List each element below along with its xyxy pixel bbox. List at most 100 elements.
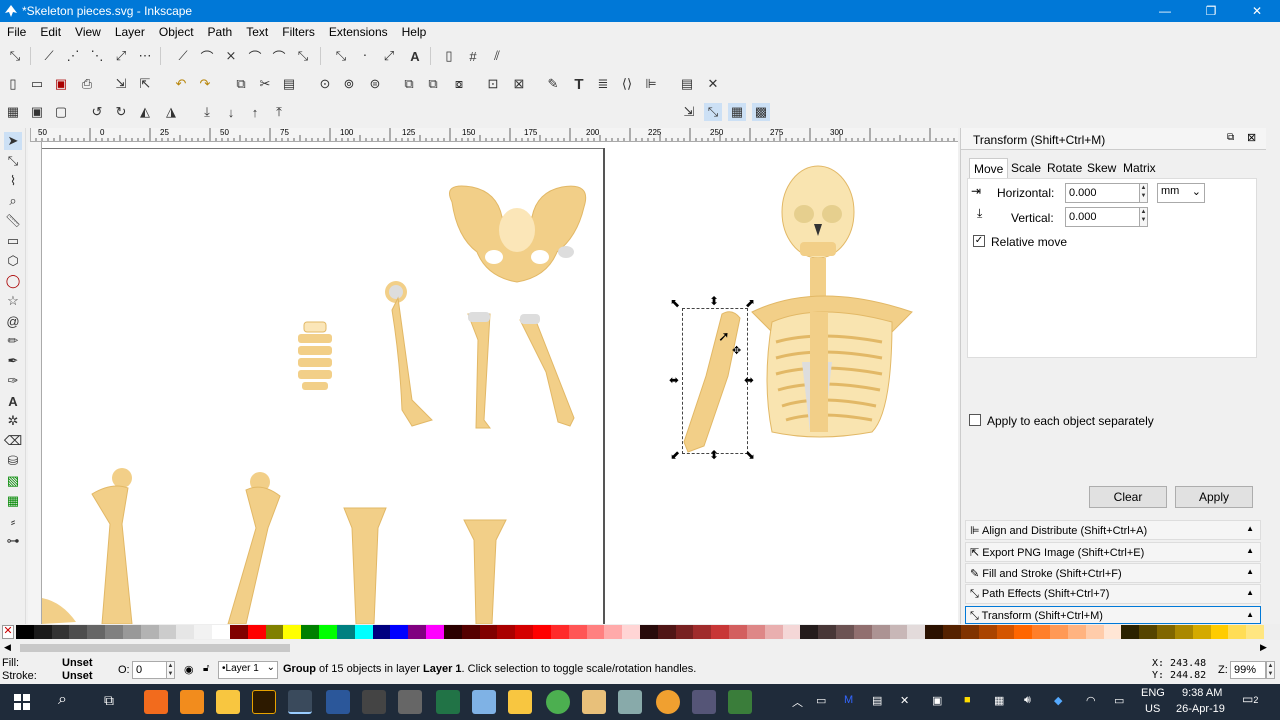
color-swatch[interactable]: [925, 625, 944, 639]
snap-paths-icon[interactable]: ⌒: [198, 47, 216, 65]
snap-bbox-center-icon[interactable]: ⋯: [136, 47, 154, 65]
horizontal-input[interactable]: [1065, 183, 1143, 203]
color-swatch[interactable]: [354, 625, 374, 639]
color-swatch[interactable]: [1067, 625, 1087, 639]
color-swatch[interactable]: [533, 625, 552, 639]
tab-move[interactable]: Move: [969, 158, 1009, 178]
color-swatch[interactable]: [283, 625, 302, 639]
folder-icon[interactable]: [472, 690, 496, 714]
tab-scale[interactable]: Scale: [1007, 158, 1045, 178]
color-swatch[interactable]: [229, 625, 249, 639]
menu-text[interactable]: Text: [239, 22, 275, 39]
move-patterns-icon[interactable]: ▩: [752, 103, 770, 121]
color-swatch[interactable]: [657, 625, 677, 639]
fill-value[interactable]: Unset: [62, 657, 93, 669]
snap-bbox-icon[interactable]: ⟋: [40, 47, 58, 65]
scale-handle-bottom-right[interactable]: ⬊: [745, 448, 755, 462]
copy-icon[interactable]: ⧉: [232, 75, 250, 93]
dock-icon[interactable]: ⧉: [1227, 132, 1234, 143]
color-swatch[interactable]: [711, 625, 730, 639]
relative-move-checkbox[interactable]: ✓: [973, 235, 985, 247]
file-explorer-icon[interactable]: [216, 690, 240, 714]
menu-file[interactable]: File: [0, 22, 33, 39]
notes-icon[interactable]: [582, 690, 606, 714]
raise-icon[interactable]: ↑: [246, 103, 264, 121]
dock-align-distribute[interactable]: ⊫ Align and Distribute (Shift+Ctrl+A) ▲: [965, 520, 1261, 540]
snap-grid-icon[interactable]: #: [464, 47, 482, 65]
snap-cusp-icon[interactable]: ⌒: [246, 47, 264, 65]
zoom-spinner[interactable]: ▲ ▼: [1266, 661, 1275, 679]
collapse-arrow-icon[interactable]: ▲: [1246, 610, 1254, 619]
color-swatch[interactable]: [907, 625, 926, 639]
zoom-page-icon[interactable]: ⊜: [366, 75, 384, 93]
dock-transform[interactable]: ⤡ Transform (Shift+Ctrl+M) ▲: [965, 606, 1261, 624]
color-swatch[interactable]: [960, 625, 980, 639]
color-swatch[interactable]: [408, 625, 427, 639]
excel-icon[interactable]: [436, 690, 460, 714]
save-icon[interactable]: ▣: [52, 75, 70, 93]
color-swatch[interactable]: [943, 625, 962, 639]
pen-tool-icon[interactable]: ✒: [4, 352, 22, 370]
color-swatch[interactable]: [640, 625, 659, 639]
tray-app-icon[interactable]: ▭: [816, 694, 830, 708]
zoom-drawing-icon[interactable]: ⊚: [340, 75, 358, 93]
close-button[interactable]: ✕: [1234, 0, 1280, 22]
connector-tool-icon[interactable]: ⊶: [4, 532, 22, 550]
search-icon[interactable]: ⌕: [58, 691, 67, 709]
scale-handle-right[interactable]: ⬌: [744, 373, 754, 387]
tab-matrix[interactable]: Matrix: [1119, 158, 1160, 178]
clear-button[interactable]: Clear: [1089, 486, 1167, 508]
tab-skew[interactable]: Skew: [1083, 158, 1120, 178]
snap-centers-icon[interactable]: ⤡: [332, 47, 350, 65]
calligraphy-tool-icon[interactable]: ✑: [4, 372, 22, 390]
vertical-spinner[interactable]: ▲ ▼: [1139, 207, 1148, 227]
panel-scrollbar[interactable]: [1266, 128, 1280, 624]
export-icon[interactable]: ⇱: [136, 75, 154, 93]
collapse-arrow-icon[interactable]: ▲: [1246, 546, 1254, 555]
dock-export-png[interactable]: ⇱ Export PNG Image (Shift+Ctrl+E) ▲: [965, 542, 1261, 562]
bridge-icon[interactable]: [252, 690, 276, 714]
canvas-horizontal-scrollbar[interactable]: ◀ ▶: [0, 640, 1280, 656]
color-swatch[interactable]: [515, 625, 534, 639]
color-swatch[interactable]: [51, 625, 70, 639]
color-swatch[interactable]: [764, 625, 784, 639]
menu-edit[interactable]: Edit: [33, 22, 68, 39]
rectangle-tool-icon[interactable]: ▭: [4, 232, 22, 250]
group-icon[interactable]: ⊡: [484, 75, 502, 93]
foot-bone[interactable]: [42, 592, 78, 624]
collapse-arrow-icon[interactable]: ▲: [1246, 567, 1254, 576]
snap-bbox-midpoint-icon[interactable]: ⤢: [112, 47, 130, 65]
snap-nodes-icon[interactable]: ⟋: [174, 47, 192, 65]
snap-intersections-icon[interactable]: ⨯: [222, 47, 240, 65]
store-icon[interactable]: [692, 690, 716, 714]
menu-extensions[interactable]: Extensions: [322, 22, 395, 39]
color-swatch[interactable]: [800, 625, 819, 639]
clock-time[interactable]: 9:38 AM: [1182, 687, 1222, 699]
spiral-tool-icon[interactable]: @: [4, 312, 22, 330]
vertical-input[interactable]: [1065, 207, 1143, 227]
tool-icon[interactable]: [398, 690, 422, 714]
snap-smooth-icon[interactable]: ⌒: [270, 47, 288, 65]
dock-path-effects[interactable]: ⤡ Path Effects (Shift+Ctrl+7) ▲: [965, 584, 1261, 604]
assembled-skeleton[interactable]: [742, 162, 922, 442]
ellipse-tool-icon[interactable]: ◯: [4, 272, 22, 290]
tibia-bone-1[interactable]: [342, 504, 388, 624]
scale-handle-bottom[interactable]: ⬍: [709, 448, 719, 462]
drawing-canvas[interactable]: ⬉ ⬍ ⬈ ⬌ ⬌ ⬋ ⬍ ⬊ ➚ ✥: [42, 142, 958, 624]
firefox-icon[interactable]: [144, 690, 168, 714]
new-document-icon[interactable]: ▯: [4, 75, 22, 93]
measure-tool-icon[interactable]: 📏︎: [4, 212, 22, 230]
color-swatch[interactable]: [693, 625, 712, 639]
menu-help[interactable]: Help: [395, 22, 434, 39]
no-paint-swatch[interactable]: ✕: [2, 625, 14, 639]
color-swatch[interactable]: [818, 625, 837, 639]
color-swatch[interactable]: [568, 625, 587, 639]
color-swatch[interactable]: [1192, 625, 1211, 639]
layer-select[interactable]: •Layer 1 ⌄: [218, 661, 278, 679]
star-tool-icon[interactable]: ☆: [4, 292, 22, 310]
color-swatch[interactable]: [105, 625, 124, 639]
color-swatch[interactable]: [1050, 625, 1069, 639]
color-swatch[interactable]: [586, 625, 605, 639]
task-view-icon[interactable]: ⧉: [104, 692, 114, 709]
color-swatch[interactable]: [996, 625, 1015, 639]
